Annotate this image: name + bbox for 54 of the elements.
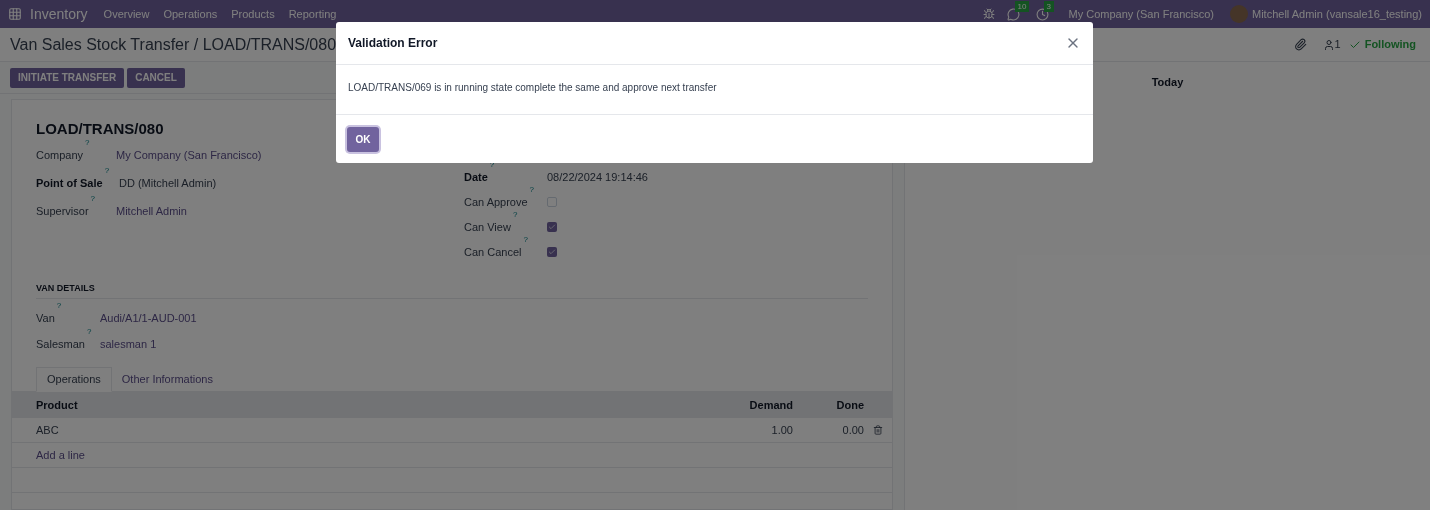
table-cell-text: 1.00 [770,422,793,438]
add-line-link[interactable]: Add a line [36,446,85,464]
field-value[interactable]: Mitchell Admin [116,202,187,219]
table-cell-text: ABC [35,422,60,438]
field-label: Date [464,169,488,185]
app-name[interactable]: Inventory [30,3,88,25]
field-label: Point of Sale [36,175,103,191]
bug-icon[interactable] [982,8,995,20]
chat-icon[interactable] [1006,7,1020,21]
clock-icon[interactable] [1035,7,1049,21]
tab[interactable]: Other Informations [111,367,223,392]
action-button[interactable]: CANCEL [127,67,185,88]
field-label: Van [36,310,55,326]
section-heading: VAN DETAILS [36,281,868,299]
ok-button[interactable]: OK [347,126,379,152]
menu-item[interactable]: Overview [103,5,150,23]
checkbox[interactable] [547,222,557,232]
menu-item[interactable]: Reporting [288,5,337,23]
error-message: LOAD/TRANS/069 is in running state complete the same and approve next transfer [348,82,717,93]
field-label: Supervisor [36,203,89,219]
menu-item[interactable]: Products [231,5,275,23]
column-header[interactable]: Done [793,396,864,414]
field-value: 08/22/2024 19:14:46 [547,169,648,185]
count-badge: 3 [1043,0,1054,12]
record-title: LOAD/TRANS/080 [36,120,164,137]
field-label: Can Approve [464,194,528,210]
checkbox[interactable] [547,197,557,207]
field-label: Salesman [36,336,85,352]
action-button[interactable]: INITIATE TRANSFER [10,67,125,88]
field-label: Can Cancel [464,244,522,260]
field-value[interactable]: Audi/A1/1-AUD-001 [100,309,197,327]
column-header[interactable]: Demand [723,396,793,414]
menu-item[interactable]: Operations [163,5,218,23]
user-menu[interactable]: Mitchell Admin (vansale16_testing) [1252,5,1422,23]
company-switcher[interactable]: My Company (San Francisco) [1068,5,1214,23]
trash-icon[interactable] [873,425,883,435]
date-separator: Today [1151,75,1184,90]
checkbox[interactable] [547,247,557,257]
breadcrumb: Van Sales Stock Transfer / LOAD/TRANS/080 [10,34,337,55]
column-header[interactable]: Product [12,396,723,414]
field-value: DD (Mitchell Admin) [119,175,217,191]
apps-menu-icon[interactable] [8,7,22,21]
field-label: Can View [464,219,511,235]
tab[interactable]: Operations [36,367,112,392]
field-value[interactable]: My Company (San Francisco) [116,146,262,163]
table-cell-text: 0.00 [841,422,864,438]
count-badge: 10 [1014,0,1030,12]
follower-count[interactable]: 1 [1334,36,1341,53]
paperclip-icon[interactable] [1293,38,1307,51]
field-value[interactable]: salesman 1 [100,335,157,353]
dialog-title: Validation Error [348,35,439,52]
followers-icon[interactable] [1322,38,1335,51]
field-label: Company [36,147,84,163]
following-button[interactable]: Following [1348,36,1416,53]
